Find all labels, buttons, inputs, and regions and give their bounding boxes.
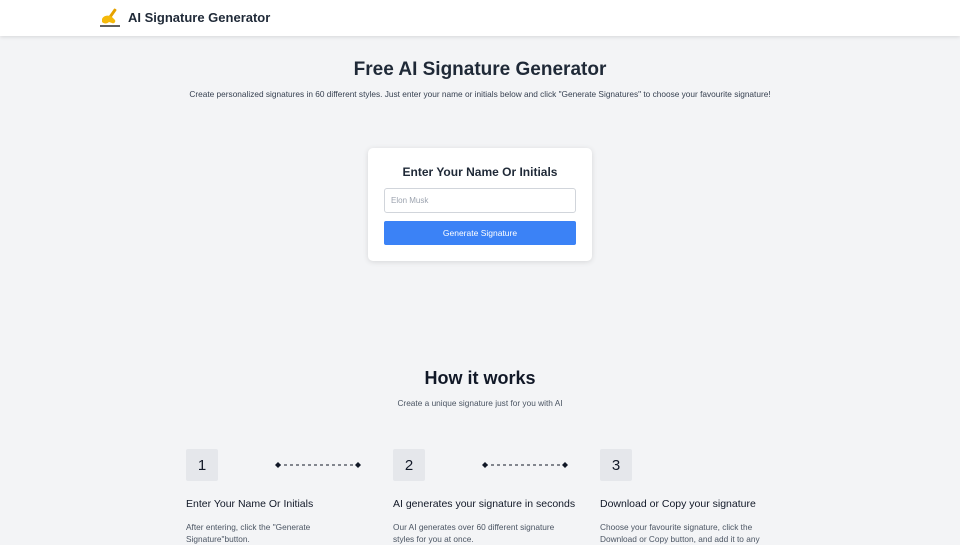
app-title[interactable]: AI Signature Generator bbox=[128, 10, 270, 25]
step-2-number: 2 bbox=[393, 449, 425, 481]
page-title: Free AI Signature Generator bbox=[353, 59, 607, 80]
step-3-number: 3 bbox=[600, 449, 632, 481]
step-2-description: Our AI generates over 60 different signa… bbox=[393, 522, 555, 544]
step-3-description: Choose your favourite signature, click t… bbox=[600, 522, 760, 544]
generate-signature-button[interactable]: Generate Signature bbox=[384, 221, 576, 245]
name-input[interactable] bbox=[384, 188, 576, 213]
step-1-number: 1 bbox=[186, 449, 218, 481]
form-title: Enter Your Name Or Initials bbox=[402, 165, 558, 179]
step-3-title: Download or Copy your signature bbox=[600, 498, 756, 510]
how-it-works-subtitle: Create a unique signature just for you w… bbox=[397, 398, 563, 408]
how-it-works-title: How it works bbox=[424, 368, 536, 388]
step-connector-arrow bbox=[275, 462, 361, 468]
signature-form-card: Enter Your Name Or Initials Generate Sig… bbox=[368, 148, 592, 261]
step-1-title: Enter Your Name Or Initials bbox=[186, 498, 314, 510]
step-2-title: AI generates your signature in seconds bbox=[393, 498, 576, 510]
top-navbar: AI Signature Generator bbox=[0, 0, 960, 36]
step-connector-arrow bbox=[482, 462, 568, 468]
page-subtitle: Create personalized signatures in 60 dif… bbox=[189, 89, 771, 99]
writing-hand-icon[interactable] bbox=[99, 7, 121, 29]
step-1-description: After entering, click the "Generate Sign… bbox=[186, 522, 311, 544]
